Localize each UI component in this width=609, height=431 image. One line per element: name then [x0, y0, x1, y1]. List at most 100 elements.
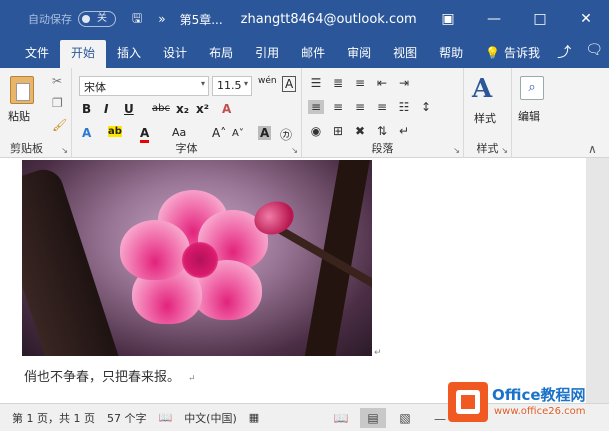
phonetic-guide-icon[interactable]: wén	[258, 76, 277, 86]
word-window: 自动保存 关 🖫 » 第5章... zhangtt8464@outlook.co…	[0, 0, 609, 431]
proofing-icon[interactable]: 📖	[158, 411, 172, 424]
grow-font-icon[interactable]: A˄	[212, 126, 226, 140]
underline-icon[interactable]: U	[124, 102, 134, 116]
shading-icon[interactable]: ◉	[308, 124, 324, 138]
tab-file[interactable]: 文件	[14, 40, 60, 68]
font-launcher-icon[interactable]: ↘	[291, 146, 298, 155]
increase-indent-icon[interactable]: ⇥	[396, 76, 412, 90]
web-layout-icon[interactable]: ▧	[392, 408, 418, 428]
document-page[interactable]: ↵ 俏也不争春，只把春来报。 ↵	[0, 158, 586, 403]
copy-icon[interactable]: ❐	[52, 96, 63, 110]
align-right-icon[interactable]: ≡	[352, 100, 368, 114]
borders-icon[interactable]: ⊞	[330, 124, 346, 138]
char-shading-icon[interactable]: A	[258, 126, 272, 140]
watermark-brand: Office教程网	[492, 386, 586, 404]
format-painter-icon[interactable]: 🖌	[52, 118, 67, 132]
search-icon[interactable]: ⌕	[520, 76, 544, 100]
font-size-input[interactable]: 11.5 ▾	[212, 76, 252, 96]
tab-view[interactable]: 视图	[382, 40, 428, 68]
document-area: ↵ 俏也不争春，只把春来报。 ↵	[0, 158, 609, 403]
collapse-ribbon-icon[interactable]: ∧	[588, 142, 597, 156]
minimize-icon[interactable]: —	[471, 11, 517, 27]
styles-button[interactable]: 样式	[474, 110, 496, 126]
tab-home[interactable]: 开始	[60, 40, 107, 68]
strikethrough-icon[interactable]: abc	[152, 103, 170, 114]
document-text[interactable]: 俏也不争春，只把春来报。 ↵	[24, 366, 196, 385]
styles-launcher-icon[interactable]: ↘	[501, 146, 508, 155]
font-name-input[interactable]: 宋体 ▾	[79, 76, 209, 96]
multilevel-list-icon[interactable]: ≡	[352, 76, 368, 90]
office-logo-icon	[448, 382, 488, 422]
language[interactable]: 中文(中国)	[184, 410, 237, 426]
comments-icon[interactable]: 🗨	[585, 42, 603, 62]
tab-design[interactable]: 设计	[152, 40, 198, 68]
paste-icon[interactable]	[10, 76, 34, 104]
shading-row: ◉ ⊞ ✖ ⇅ ↵	[308, 124, 412, 138]
line-spacing-icon[interactable]: ↕	[418, 100, 434, 114]
page-count[interactable]: 第 1 页，共 1 页	[12, 410, 95, 426]
lightbulb-icon: 💡	[485, 46, 501, 60]
tab-references[interactable]: 引用	[244, 40, 290, 68]
char-border-icon[interactable]: A	[282, 76, 297, 92]
autosave-label: 自动保存	[28, 13, 72, 26]
tell-me[interactable]: 💡 告诉我	[474, 40, 551, 68]
styles-icon[interactable]: A	[472, 74, 492, 104]
word-count[interactable]: 57 个字	[107, 410, 147, 426]
vertical-scrollbar[interactable]	[586, 158, 609, 403]
paragraph-group: ☰ ≣ ≡ ⇤ ⇥ ≡ ≡ ≡ ≡ ☷ ↕ ◉ ⊞ ✖ ⇅ ↵ 段落 ↘	[302, 68, 464, 158]
tab-layout[interactable]: 布局	[198, 40, 244, 68]
clear-formatting-icon[interactable]: A	[222, 102, 231, 116]
subscript-icon[interactable]: x₂	[176, 102, 189, 116]
more-commands-icon[interactable]: »	[158, 12, 165, 26]
numbering-icon[interactable]: ≣	[330, 76, 346, 90]
ribbon: 粘贴 ✂ ❐ 🖌 剪贴板 ↘ 宋体 ▾ 11.5 ▾ wén A B I U a…	[0, 68, 609, 158]
paragraph-launcher-icon[interactable]: ↘	[453, 146, 460, 155]
sort-icon[interactable]: ⇅	[374, 124, 390, 138]
plum-blossom-image[interactable]	[22, 160, 372, 356]
paragraph-label: 段落	[371, 142, 394, 155]
clipboard-group: 粘贴 ✂ ❐ 🖌 剪贴板 ↘	[0, 68, 72, 158]
watermark-url: www.office26.com	[494, 406, 586, 417]
paragraph-mark-icon: ↵	[188, 374, 196, 384]
decrease-indent-icon[interactable]: ⇤	[374, 76, 390, 90]
asian-layout-icon[interactable]: ✖	[352, 124, 368, 138]
close-icon[interactable]: ✕	[563, 11, 609, 27]
window-controls: ▣ — □ ✕	[425, 0, 609, 38]
read-mode-icon[interactable]: 📖	[328, 408, 354, 428]
change-case-icon[interactable]: Aa	[172, 126, 186, 139]
tab-insert[interactable]: 插入	[106, 40, 152, 68]
tab-help[interactable]: 帮助	[428, 40, 474, 68]
maximize-icon[interactable]: □	[517, 11, 563, 27]
paste-button[interactable]: 粘贴	[8, 108, 30, 124]
print-layout-icon[interactable]: ▤	[360, 408, 386, 428]
superscript-icon[interactable]: x²	[196, 102, 209, 116]
italic-icon[interactable]: I	[104, 102, 108, 116]
cut-icon[interactable]: ✂	[52, 74, 62, 88]
align-center-icon[interactable]: ≡	[330, 100, 346, 114]
tab-mailings[interactable]: 邮件	[290, 40, 336, 68]
bullets-icon[interactable]: ☰	[308, 76, 324, 90]
align-left-icon[interactable]: ≡	[308, 100, 324, 114]
text-effects-icon[interactable]: A	[82, 126, 91, 140]
clipboard-launcher-icon[interactable]: ↘	[61, 146, 68, 155]
show-marks-icon[interactable]: ↵	[396, 124, 412, 138]
shrink-font-icon[interactable]: A˅	[232, 128, 244, 139]
save-icon[interactable]: 🖫	[132, 9, 142, 30]
font-group: 宋体 ▾ 11.5 ▾ wén A B I U abc x₂ x² A A ab…	[72, 68, 302, 158]
account-name[interactable]: zhangtt8464@outlook.com	[241, 12, 417, 27]
distributed-icon[interactable]: ☷	[396, 100, 412, 114]
tab-right-icons: ⤴ 🗨	[557, 42, 603, 62]
share-icon[interactable]: ⤴	[557, 42, 571, 62]
autosave-toggle[interactable]: 关	[78, 11, 116, 27]
macro-icon[interactable]: ▦	[249, 411, 259, 424]
ribbon-tabs: 文件 开始 插入 设计 布局 引用 邮件 审阅 视图 帮助 💡 告诉我 ⤴ 🗨	[0, 38, 609, 68]
highlight-icon[interactable]: ab	[108, 126, 122, 137]
editing-button[interactable]: 编辑	[518, 108, 540, 124]
flower-center-shape	[182, 242, 218, 278]
justify-icon[interactable]: ≡	[374, 100, 390, 114]
tell-me-label: 告诉我	[503, 46, 540, 60]
tab-review[interactable]: 审阅	[336, 40, 382, 68]
zoom-out-icon[interactable]: —	[434, 412, 446, 426]
bold-icon[interactable]: B	[82, 102, 91, 116]
ribbon-display-icon[interactable]: ▣	[425, 11, 471, 27]
